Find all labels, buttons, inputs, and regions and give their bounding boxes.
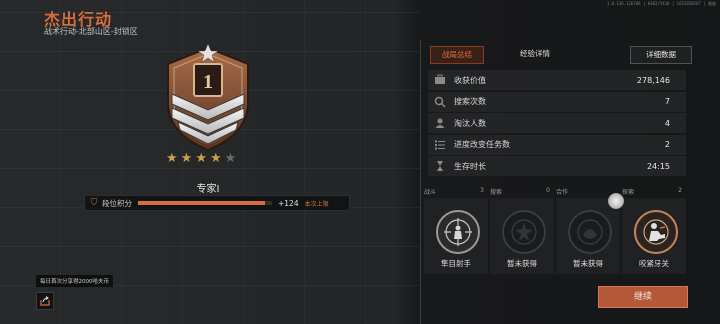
achievement-card[interactable]: 隼目射手 (424, 198, 488, 274)
rank-badge-number: 1 (203, 71, 213, 93)
grit-teeth-icon (634, 210, 678, 254)
stat-row: 生存时长 24:15 (428, 156, 686, 176)
hourglass-icon (432, 159, 448, 173)
bag-icon (432, 73, 448, 87)
stat-label: 淘汰人数 (454, 118, 486, 128)
achievement-label: 暂未获得 (507, 259, 537, 268)
star-icon: ★ (166, 151, 178, 166)
rank-progress-fill (138, 201, 266, 205)
rank-stars: ★ ★ ★ ★ ★ (166, 152, 266, 166)
stat-label: 收获价值 (454, 75, 486, 85)
tab-summary[interactable]: 战局总结 (430, 46, 484, 64)
panel-divider (420, 40, 421, 324)
star-icon: ★ (180, 151, 193, 166)
share-tip: 每日首次分享得2000哈夫币 (36, 275, 113, 287)
rank-points-label: 段位积分 (102, 198, 132, 208)
task-list-icon (432, 138, 448, 152)
rank-name: 专家I (196, 184, 220, 195)
locked-achievement-icon (502, 210, 546, 254)
stats-list: 收获价值 278,146 搜索次数 7 淘汰人数 4 进度改变任务数 2 生存时… (428, 70, 686, 178)
rank-badge-icon: 1 (167, 43, 249, 152)
stat-label: 进度改变任务数 (454, 140, 510, 149)
continue-button[interactable]: 继续 (598, 286, 688, 308)
share-icon (40, 296, 50, 306)
tab-experience[interactable]: 经验详情 (508, 46, 562, 62)
stat-label: 生存时长 (454, 161, 486, 171)
share-button[interactable] (36, 292, 54, 310)
rank-points-bar: ⛉ 段位积分 +124 本次上限 (84, 195, 350, 211)
stat-row: 进度改变任务数 2 (428, 134, 686, 155)
stat-value: 24:15 (646, 161, 670, 171)
achievement-card[interactable]: 暂未获得 (490, 198, 554, 274)
achievement-label: 隼目射手 (441, 259, 471, 268)
version-string: 1.0.136.126780 | 0402/5430 | 1652858567 … (606, 1, 716, 6)
eliminate-icon (432, 116, 448, 130)
pointer-cursor (608, 193, 624, 209)
rank-points-delta: +124 (278, 198, 299, 208)
result-tabs: 战局总结 经验详情 详细数据 (430, 46, 692, 64)
stat-row: 收获价值 278,146 (428, 70, 686, 90)
locked-achievement-icon (568, 210, 612, 254)
sniper-target-icon (436, 210, 480, 254)
achievement-category: 搜索 0 (490, 187, 550, 196)
stat-row: 搜索次数 7 (428, 91, 686, 112)
achievement-label: 咬紧牙关 (639, 259, 669, 268)
rank-points-icon: ⛉ (90, 198, 98, 208)
search-icon (432, 95, 448, 109)
stat-value: 7 (664, 97, 670, 106)
stat-value: 278,146 (636, 75, 670, 85)
stat-row: 淘汰人数 4 (428, 113, 686, 133)
rank-limit-tag: 本次上限 (304, 200, 329, 208)
achievement-card[interactable]: 暂未获得 (556, 198, 620, 274)
achievement-category: 战斗 3 (424, 187, 484, 196)
achievement-category: 探索 2 (622, 187, 682, 196)
mission-subtitle: 战术行动-北部山区-封锁区 (44, 27, 138, 36)
stat-value: 4 (664, 118, 670, 128)
detail-data-button[interactable]: 详细数据 (630, 46, 692, 64)
star-icon: ★ (195, 151, 207, 166)
achievement-card[interactable]: 咬紧牙关 (622, 198, 686, 274)
stat-value: 2 (664, 140, 670, 149)
stat-label: 搜索次数 (454, 97, 486, 106)
achievement-label: 暂未获得 (573, 259, 603, 268)
rank-progress-track (138, 201, 272, 205)
star-empty-icon: ★ (224, 151, 237, 166)
star-icon: ★ (209, 151, 222, 166)
